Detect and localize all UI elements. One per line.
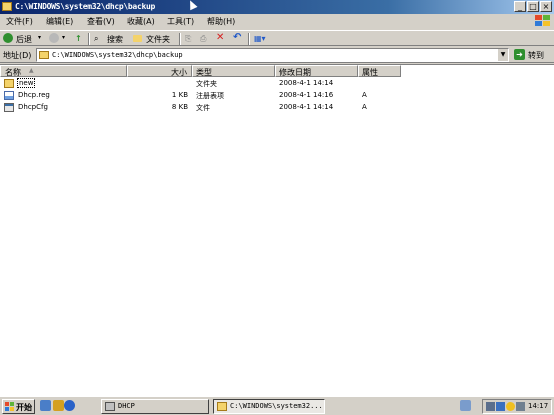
start-button[interactable]: 开始 <box>2 399 35 414</box>
dhcp-console-icon <box>105 402 115 411</box>
column-type-label: 类型 <box>196 68 212 77</box>
file-modified: 2008-4-1 14:16 <box>279 91 334 99</box>
column-header-name[interactable]: 名称 ▲ <box>0 65 127 77</box>
show-desktop-icon[interactable] <box>40 400 51 411</box>
menu-edit[interactable]: 编辑(E) <box>46 16 73 27</box>
taskbar: 开始 DHCP C:\WINDOWS\system32... 14:17 <box>0 396 554 415</box>
file-name[interactable]: Dhcp.reg <box>18 91 50 99</box>
clock[interactable]: 14:17 <box>528 402 548 410</box>
file-icon <box>4 103 14 112</box>
taskbar-item-dhcp[interactable]: DHCP <box>101 399 209 414</box>
column-header-attributes[interactable]: 属性 <box>358 65 401 77</box>
task-label: DHCP <box>118 402 135 410</box>
sort-ascending-icon: ▲ <box>29 67 34 74</box>
column-header-size[interactable]: 大小 <box>127 65 192 77</box>
security-warning-icon[interactable] <box>506 402 515 411</box>
column-size-label: 大小 <box>171 68 187 77</box>
address-value[interactable]: C:\WINDOWS\system32\dhcp\backup <box>52 51 183 59</box>
taskbar-item-explorer[interactable]: C:\WINDOWS\system32... <box>213 399 325 414</box>
file-modified: 2008-4-1 14:14 <box>279 103 334 111</box>
back-dropdown-icon[interactable]: ▾ <box>38 34 41 41</box>
close-button[interactable]: × <box>540 1 552 12</box>
system-tray: 14:17 <box>482 399 552 414</box>
folders-button[interactable]: 文件夹 <box>146 34 170 45</box>
address-dropdown-icon[interactable]: ▼ <box>497 49 508 61</box>
monitor-icon[interactable] <box>496 402 505 411</box>
toolbar-separator <box>179 33 181 45</box>
internet-explorer-icon[interactable] <box>64 400 75 411</box>
file-row[interactable]: new 文件夹 2008-4-1 14:14 <box>0 78 400 89</box>
address-bar: 地址(D) C:\WINDOWS\system32\dhcp\backup ▼ … <box>0 47 554 63</box>
forward-dropdown-icon[interactable]: ▾ <box>62 34 65 41</box>
network-connection-icon[interactable] <box>486 402 495 411</box>
file-type: 注册表项 <box>196 92 224 100</box>
column-attributes-label: 属性 <box>362 68 378 77</box>
toolbar-separator <box>88 33 90 45</box>
address-label: 地址(D) <box>3 51 32 60</box>
standard-toolbar: 后退 ▾ ▾ ↑ ⌕ 搜索 文件夹 ⎘ ⎙ ✕ ↶ ▦▾ <box>0 30 554 46</box>
move-to-icon[interactable]: ⎘ <box>185 34 191 44</box>
back-button[interactable]: 后退 <box>16 34 32 45</box>
column-name-label: 名称 <box>5 68 21 77</box>
go-label: 转到 <box>528 51 544 60</box>
column-modified-label: 修改日期 <box>279 68 311 77</box>
explorer-quicklaunch-icon[interactable] <box>53 400 64 411</box>
network-icon[interactable] <box>460 400 471 411</box>
folder-icon <box>217 402 227 411</box>
menu-file[interactable]: 文件(F) <box>6 16 33 27</box>
file-list-pane[interactable]: 名称 ▲ 大小 类型 修改日期 属性 new 文件夹 2008-4-1 14:1… <box>0 64 554 396</box>
delete-icon[interactable]: ✕ <box>216 32 224 43</box>
folder-icon <box>2 2 12 11</box>
menu-bar: 文件(F) 编辑(E) 查看(V) 收藏(A) 工具(T) 帮助(H) <box>0 14 554 28</box>
minimize-button[interactable]: _ <box>514 1 526 12</box>
menu-view[interactable]: 查看(V) <box>87 16 115 27</box>
forward-arrow-icon[interactable] <box>49 33 59 43</box>
start-label: 开始 <box>16 403 32 412</box>
windows-logo-icon <box>534 15 550 27</box>
copy-to-icon[interactable]: ⎙ <box>200 34 206 44</box>
file-attributes: A <box>362 91 367 99</box>
column-header-type[interactable]: 类型 <box>192 65 275 77</box>
file-name[interactable]: new <box>17 78 36 88</box>
folder-icon <box>39 51 49 59</box>
toolbar-separator <box>248 33 250 45</box>
registry-icon <box>4 91 14 100</box>
back-arrow-icon[interactable] <box>3 33 13 43</box>
file-type: 文件夹 <box>196 80 217 88</box>
windows-flag-icon <box>5 402 15 411</box>
window-title: C:\WINDOWS\system32\dhcp\backup <box>15 2 156 11</box>
menu-tools[interactable]: 工具(T) <box>167 16 194 27</box>
up-folder-icon[interactable]: ↑ <box>75 34 82 43</box>
menu-favorites[interactable]: 收藏(A) <box>127 16 155 27</box>
file-size: 8 KB <box>171 103 188 111</box>
file-name[interactable]: DhcpCfg <box>18 103 48 111</box>
volume-icon[interactable] <box>516 402 525 411</box>
file-type: 文件 <box>196 104 210 112</box>
search-icon: ⌕ <box>94 34 99 43</box>
folder-icon <box>4 79 14 88</box>
undo-icon[interactable]: ↶ <box>233 32 241 43</box>
task-label: C:\WINDOWS\system32... <box>230 402 323 410</box>
file-row[interactable]: Dhcp.reg 1 KB 注册表项 2008-4-1 14:16 A <box>0 90 400 101</box>
folders-icon <box>133 35 142 42</box>
maximize-button[interactable]: □ <box>527 1 539 12</box>
file-modified: 2008-4-1 14:14 <box>279 79 334 87</box>
mouse-cursor-icon <box>186 0 198 11</box>
file-attributes: A <box>362 103 367 111</box>
column-header-modified[interactable]: 修改日期 <box>275 65 358 77</box>
file-size: 1 KB <box>171 91 188 99</box>
file-row[interactable]: DhcpCfg 8 KB 文件 2008-4-1 14:14 A <box>0 102 400 113</box>
address-input[interactable]: C:\WINDOWS\system32\dhcp\backup ▼ <box>36 48 509 62</box>
search-button[interactable]: 搜索 <box>107 34 123 45</box>
title-bar[interactable]: C:\WINDOWS\system32\dhcp\backup _ □ × <box>0 0 554 14</box>
views-icon[interactable]: ▦▾ <box>254 34 266 43</box>
menu-help[interactable]: 帮助(H) <box>207 16 235 27</box>
go-arrow-icon: ➜ <box>514 49 525 60</box>
